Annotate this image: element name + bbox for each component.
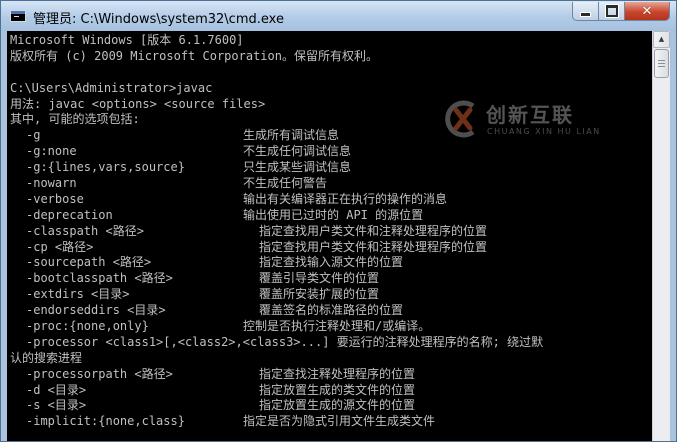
option-description: 输出有关编译器正在执行的操作的消息: [243, 191, 448, 206]
option-description: 生成所有调试信息: [243, 128, 340, 143]
console-icon[interactable]: [10, 10, 26, 22]
option-description: 指定是否为隐式引用文件生成类文件: [243, 414, 436, 429]
console-text: Microsoft Windows [版本 6.1.7600] 版权所有 (c) …: [10, 33, 543, 430]
grip-icon: [658, 60, 665, 67]
option-row: -sourcepath <路径> 指定查找输入源文件的位置: [10, 255, 403, 271]
console-output[interactable]: Microsoft Windows [版本 6.1.7600] 版权所有 (c) …: [7, 31, 652, 441]
option-row: -g 生成所有调试信息: [10, 128, 378, 144]
minimize-icon: [580, 11, 591, 17]
option-row: 认的搜索进程: [10, 351, 378, 367]
option-row: -d <目录> 指定放置生成的类文件的位置: [10, 382, 415, 399]
option-flag: -processorpath <路径>: [26, 366, 173, 381]
window-frame-right: [670, 31, 676, 441]
option-row: -processor <class1>[,<class2>,<class3>..…: [10, 335, 543, 351]
cmd-window: 管理员: C:\Windows\system32\cmd.exe ✕ Micro…: [0, 0, 677, 442]
option-flag: -g:none: [26, 144, 77, 159]
option-description: 输出使用已过时的 API 的源位置: [243, 207, 424, 222]
maximize-icon: [605, 5, 618, 17]
option-description: 指定查找注释处理程序的位置: [259, 366, 416, 381]
option-row: -classpath <路径> 指定查找用户类文件和注释处理程序的位置: [10, 223, 487, 240]
option-description: 覆盖签名的标准路径的位置: [259, 303, 404, 318]
option-row: -g:{lines,vars,source} 只生成某些调试信息: [10, 160, 378, 176]
option-flag: -sourcepath <路径>: [26, 255, 152, 270]
window-controls: ✕: [572, 2, 670, 22]
option-flag: -bootclasspath <路径>: [26, 271, 173, 286]
chevron-up-icon: ▲: [658, 35, 665, 43]
option-flag: -cp <路径>: [26, 239, 94, 254]
watermark: 创新互联 CHUANG XIN HU LIAN: [439, 96, 639, 146]
console-line: Microsoft Windows [版本 6.1.7600]: [10, 33, 244, 47]
option-flag: -nowarn: [26, 176, 77, 191]
option-flag: -g:{lines,vars,source}: [26, 160, 185, 175]
option-description: 覆盖引导类文件的位置: [259, 271, 380, 286]
vertical-scrollbar[interactable]: ▲: [652, 31, 670, 441]
option-flag: -s <目录>: [26, 398, 87, 413]
scroll-thumb[interactable]: [654, 49, 669, 78]
console-line: 用法: javac <options> <source files>: [10, 96, 266, 111]
option-flag: -verbose: [26, 191, 84, 206]
maximize-button[interactable]: [599, 2, 625, 21]
option-row: -g:none 不生成任何调试信息: [10, 144, 378, 160]
console-line: C:\Users\Administrator>javac: [10, 80, 213, 95]
option-description: 指定放置生成的源文件的位置: [259, 398, 416, 413]
option-flag: -implicit:{none,class}: [26, 414, 185, 429]
option-row: -deprecation 输出使用已过时的 API 的源位置: [10, 207, 423, 224]
option-row: -cp <路径> 指定查找用户类文件和注释处理程序的位置: [10, 239, 487, 256]
close-icon: ✕: [641, 3, 653, 19]
title-bar[interactable]: 管理员: C:\Windows\system32\cmd.exe ✕: [1, 1, 676, 31]
option-description: 指定放置生成的类文件的位置: [259, 382, 416, 397]
window-title: 管理员: C:\Windows\system32\cmd.exe: [33, 12, 284, 27]
console-line: 版权所有 (c) 2009 Microsoft Corporation。保留所有…: [10, 48, 378, 63]
option-flag: -d <目录>: [26, 382, 87, 397]
watermark-sub: CHUANG XIN HU LIAN: [487, 127, 601, 136]
option-description: 指定查找输入源文件的位置: [259, 255, 404, 270]
option-flag: -g: [26, 128, 41, 143]
option-flag: -endorseddirs <目录>: [26, 303, 166, 318]
option-description: 认的搜索进程: [10, 350, 83, 365]
watermark-logo-icon: [445, 100, 475, 138]
option-flag: -proc:{none,only}: [26, 319, 149, 334]
option-row: -bootclasspath <路径> 覆盖引导类文件的位置: [10, 271, 380, 287]
option-row: -processorpath <路径> 指定查找注释处理程序的位置: [10, 366, 415, 383]
option-flag: -deprecation: [26, 207, 113, 222]
option-flag: -processor <class1>[,<class2>,<class3>..…: [26, 334, 544, 349]
option-row: -verbose 输出有关编译器正在执行的操作的消息: [10, 191, 447, 208]
option-description: 指定查找用户类文件和注释处理程序的位置: [259, 223, 488, 238]
option-row: -s <目录> 指定放置生成的源文件的位置: [10, 398, 415, 414]
option-description: 不生成任何警告: [243, 176, 328, 191]
console-line: 其中, 可能的选项包括:: [10, 112, 140, 127]
option-flag: -classpath <路径>: [26, 223, 144, 238]
minimize-button[interactable]: [572, 2, 599, 21]
option-row: -endorseddirs <目录> 覆盖签名的标准路径的位置: [10, 303, 403, 319]
option-description: 只生成某些调试信息: [243, 160, 352, 175]
option-flag: -extdirs <目录>: [26, 287, 130, 302]
close-button[interactable]: ✕: [625, 2, 670, 21]
option-row: -nowarn 不生成任何警告: [10, 176, 378, 192]
watermark-brand: 创新互联: [486, 103, 574, 127]
option-description: 指定查找用户类文件和注释处理程序的位置: [259, 239, 488, 254]
option-row: -extdirs <目录> 覆盖所安装扩展的位置: [10, 287, 380, 303]
scroll-up-button[interactable]: ▲: [653, 31, 670, 48]
option-row: -implicit:{none,class} 指定是否为隐式引用文件生成类文件: [10, 414, 435, 430]
option-row: -proc:{none,only} 控制是否执行注释处理和/或编译。: [10, 319, 430, 335]
option-description: 控制是否执行注释处理和/或编译。: [243, 319, 431, 334]
option-description: 覆盖所安装扩展的位置: [259, 287, 380, 302]
option-description: 不生成任何调试信息: [243, 144, 352, 159]
